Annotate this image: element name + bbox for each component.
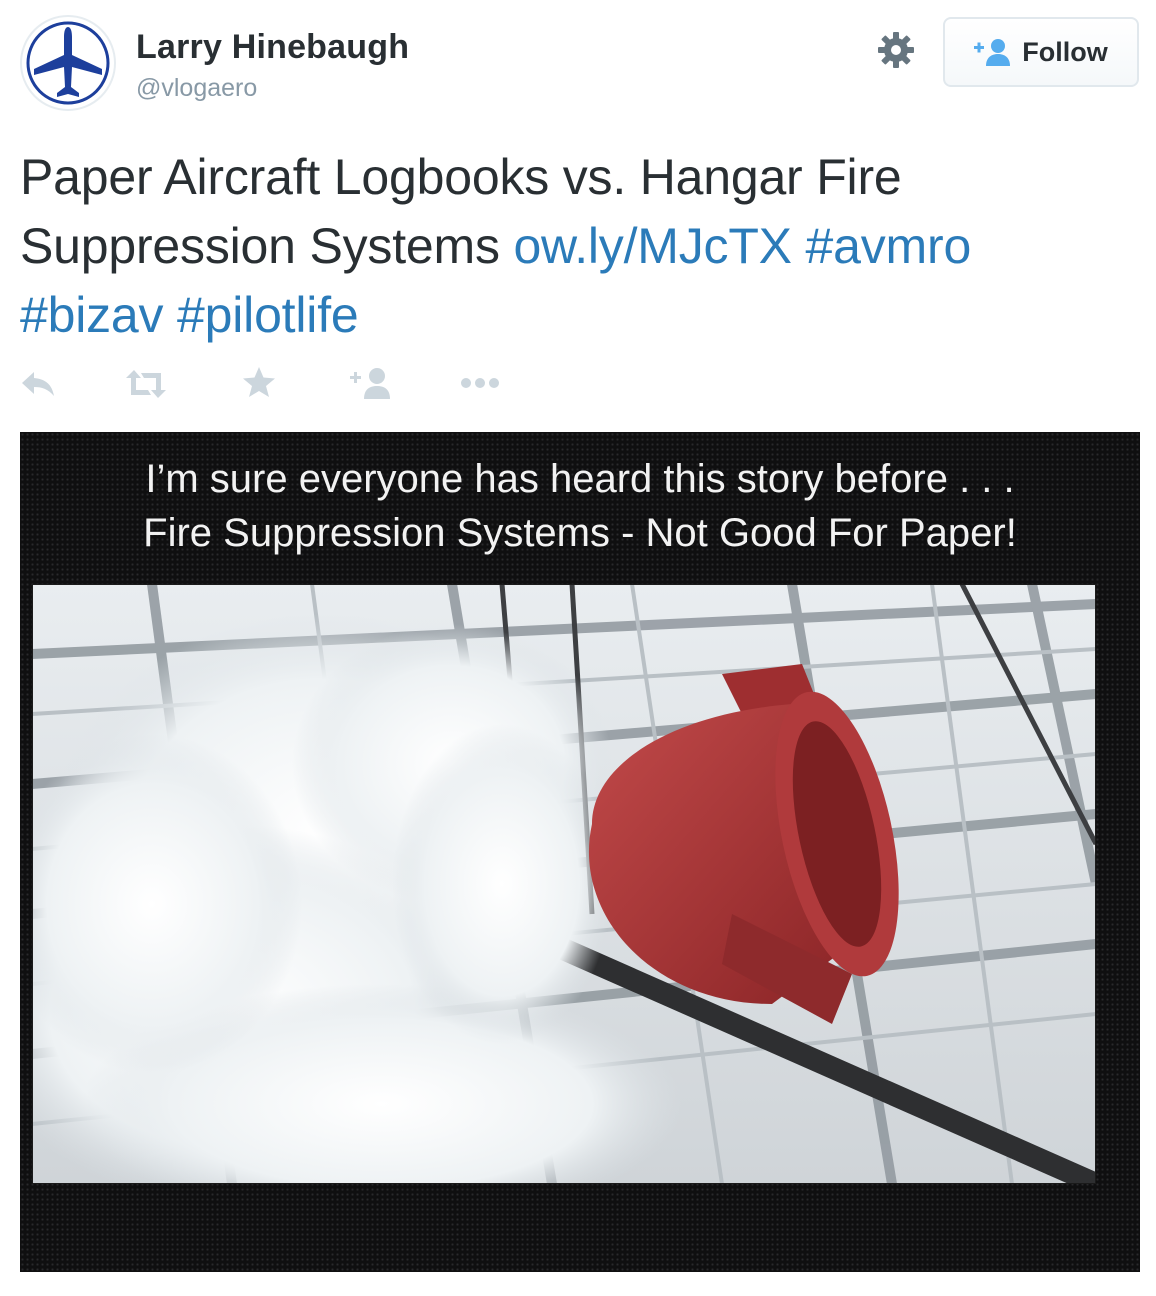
tweet-link[interactable]: ow.ly/MJcTX — [513, 218, 792, 274]
airplane-icon — [26, 21, 110, 105]
avatar[interactable] — [20, 15, 116, 111]
hashtag-pilotlife[interactable]: #pilotlife — [177, 287, 359, 343]
user-name[interactable]: Larry Hinebaugh — [136, 28, 409, 67]
more-icon[interactable] — [460, 376, 500, 394]
add-user-icon[interactable] — [350, 366, 390, 405]
hashtag-avmro[interactable]: #avmro — [806, 218, 972, 274]
follow-button-label: Follow — [1022, 36, 1108, 67]
tweet-text-line-1: Paper Aircraft Logbooks vs. Hangar Fire — [20, 149, 902, 205]
media-caption-line-2: Fire Suppression Systems - Not Good For … — [143, 511, 1017, 555]
tweet-text-line-2: Suppression Systems — [20, 218, 514, 274]
tweet-text: Paper Aircraft Logbooks vs. Hangar Fire … — [20, 143, 1130, 350]
tweet-media[interactable]: I’m sure everyone has heard this story b… — [20, 432, 1140, 1272]
hashtag-bizav[interactable]: #bizav — [20, 287, 164, 343]
media-caption-line-1: I’m sure everyone has heard this story b… — [145, 457, 1015, 501]
retweet-icon[interactable] — [126, 370, 166, 403]
add-user-icon — [974, 39, 1011, 66]
user-handle[interactable]: @vlogaero — [136, 74, 257, 103]
hangar-photo — [32, 584, 1096, 1184]
reply-icon[interactable] — [20, 370, 56, 403]
star-icon[interactable] — [242, 366, 276, 403]
gear-icon[interactable] — [876, 30, 916, 70]
follow-button[interactable]: Follow — [943, 17, 1139, 87]
